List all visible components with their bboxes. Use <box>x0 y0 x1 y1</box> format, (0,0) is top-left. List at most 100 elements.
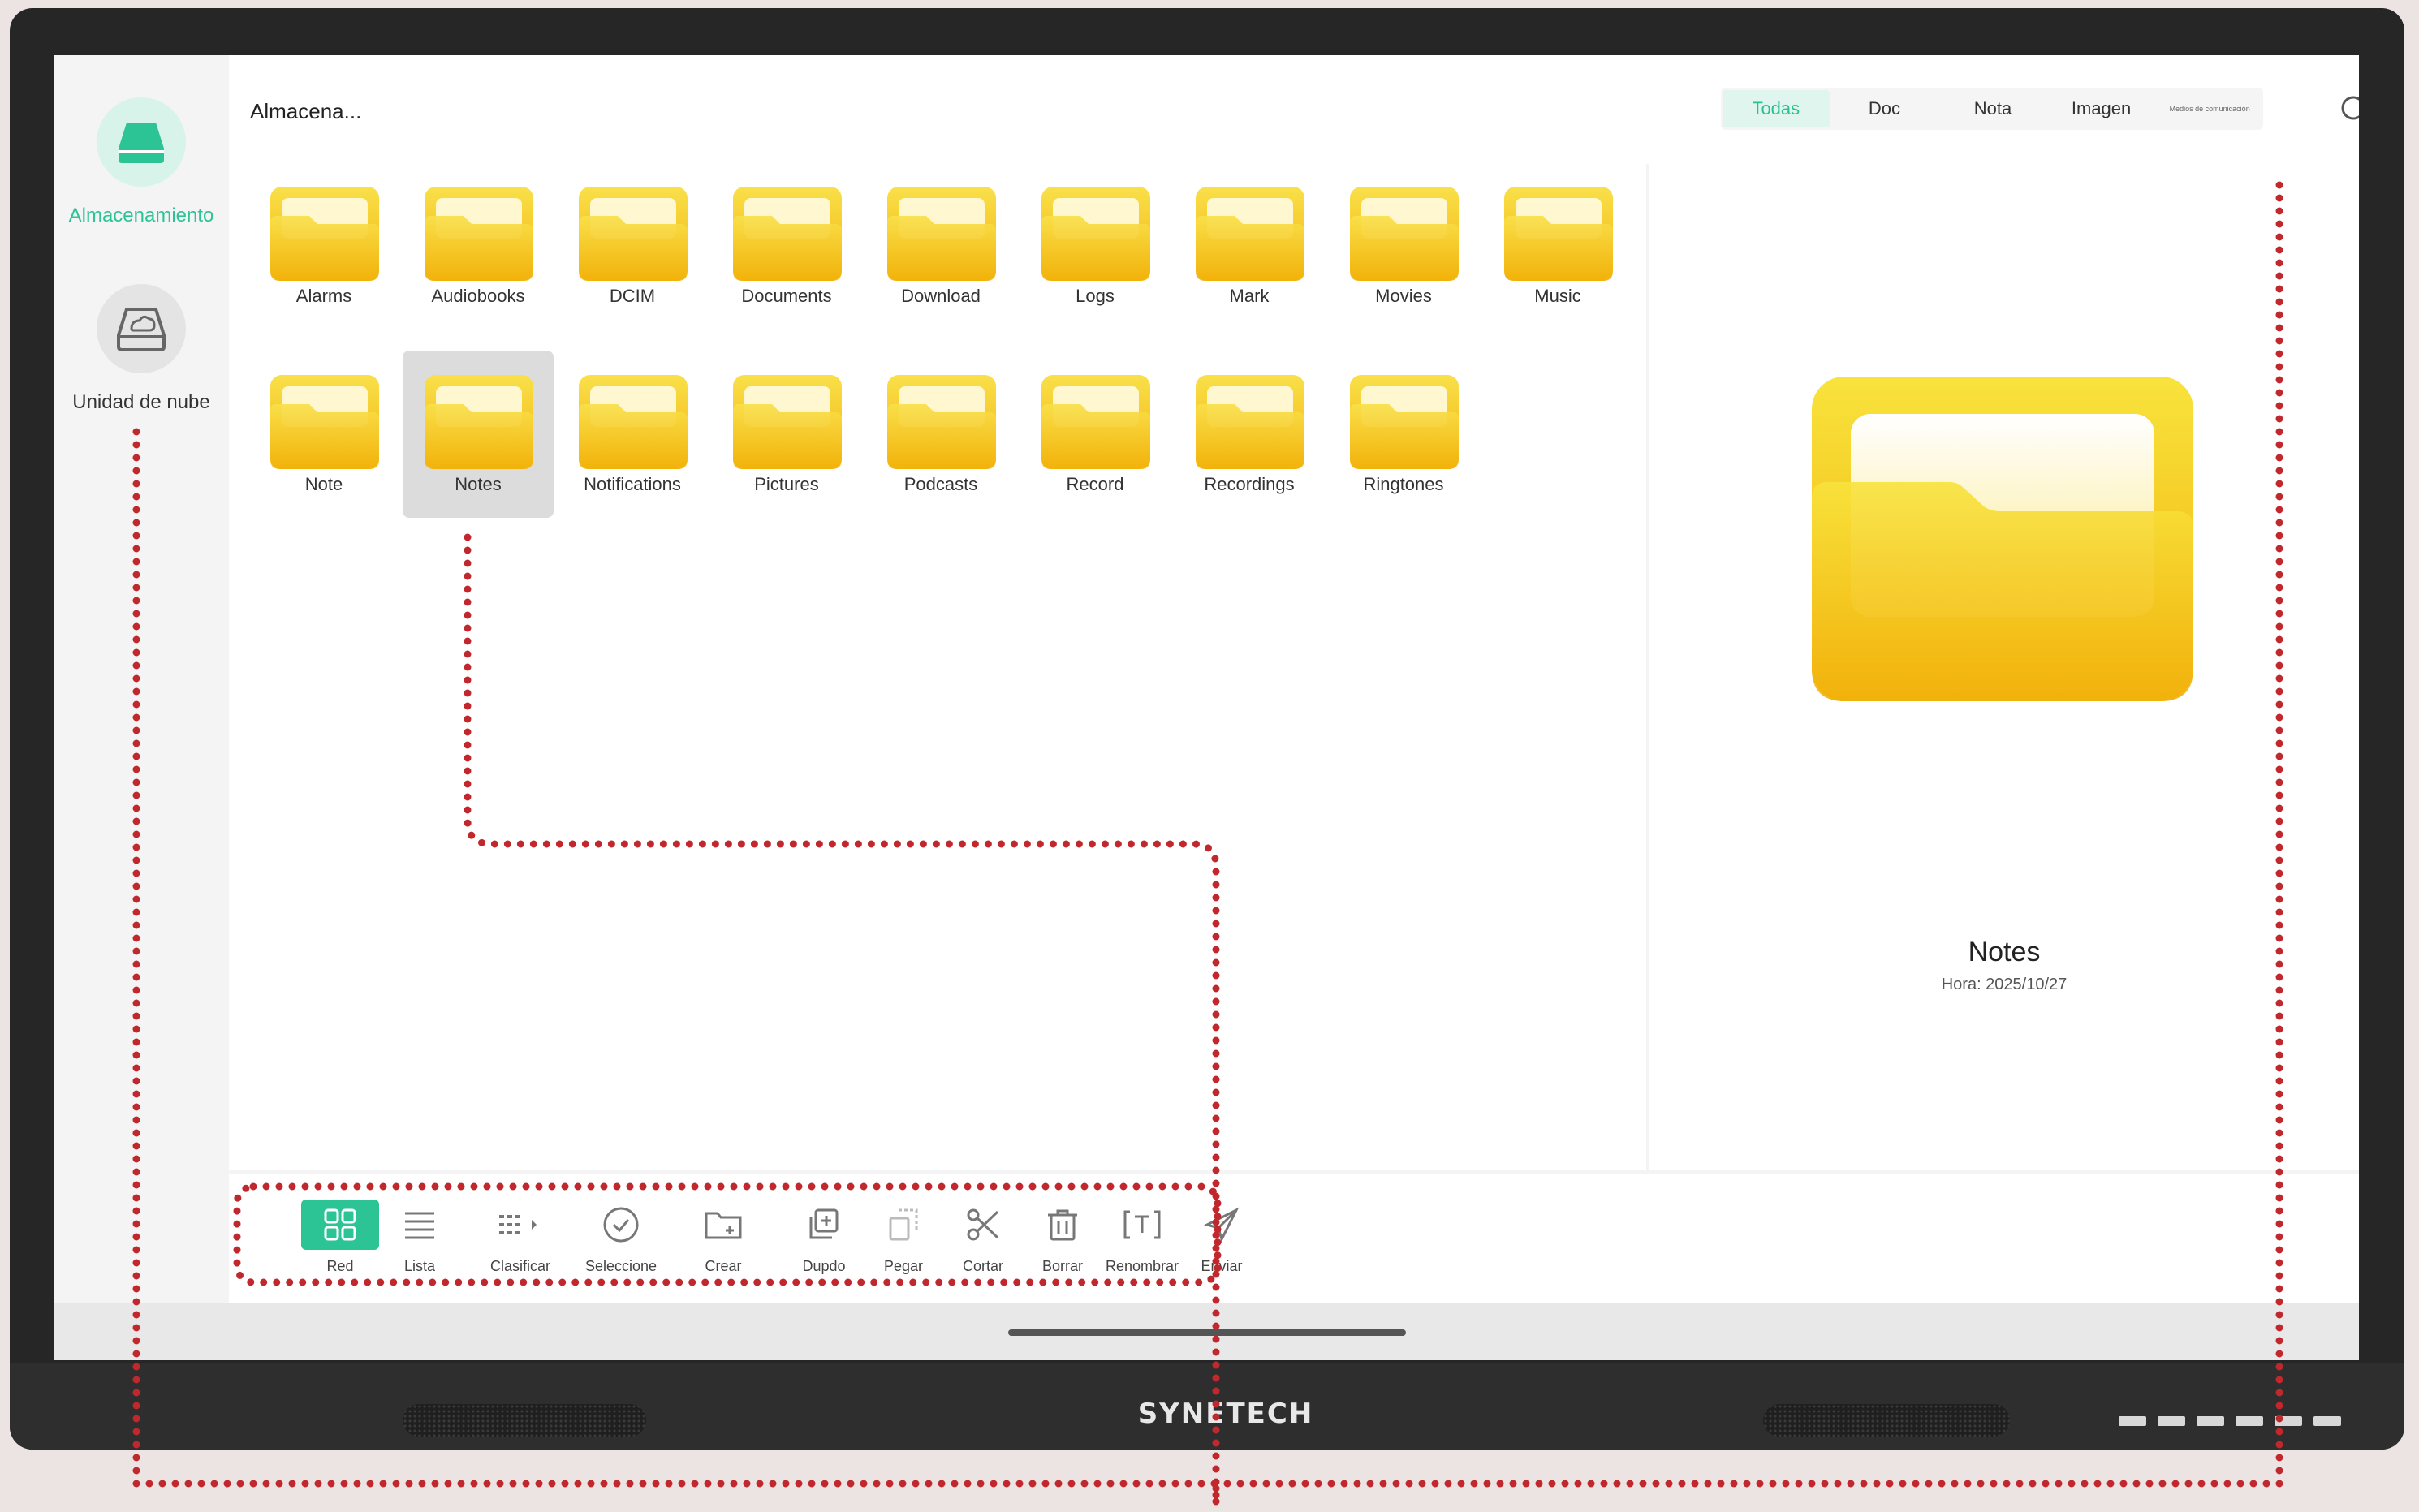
folder-icon <box>425 187 533 281</box>
folder-icon <box>425 375 533 469</box>
screen: Almacenamiento Unidad de nube Almacena..… <box>54 55 2359 1360</box>
folder-name: Mark <box>1229 286 1270 306</box>
folder-item[interactable]: Pictures <box>711 351 862 518</box>
copy-button[interactable]: Dupdo <box>784 1200 864 1275</box>
page-title: Almacena... <box>250 99 362 123</box>
folder-name: Alarms <box>295 286 352 306</box>
toolbar-divider <box>229 1170 2359 1174</box>
home-gesture-handle[interactable] <box>1008 1329 1406 1336</box>
folder-icon <box>733 187 842 281</box>
folder-grid: Alarms Audiobooks DCIM Documents Download Log… <box>229 162 1641 1169</box>
tool-label: Enviar <box>1201 1258 1243 1274</box>
tab-image[interactable]: Imagen <box>2048 90 2155 127</box>
paste-button[interactable]: Pegar <box>864 1200 943 1275</box>
delete-button[interactable]: Borrar <box>1023 1200 1102 1275</box>
folder-name: Logs <box>1076 286 1115 306</box>
folder-item[interactable]: Ringtones <box>1328 351 1479 518</box>
folder-icon <box>887 187 996 281</box>
folder-item[interactable]: Download <box>865 162 1016 330</box>
tool-label: Pegar <box>883 1258 924 1274</box>
preview-name: Notes <box>1968 937 2041 967</box>
folder-icon <box>270 375 379 469</box>
create-folder-button[interactable]: Crear <box>683 1200 763 1275</box>
filter-tabs: Todas Doc Nota Imagen Medios de comunica… <box>1721 88 2263 130</box>
select-check-icon <box>582 1200 660 1250</box>
rename-button[interactable]: Renombrar <box>1102 1200 1182 1275</box>
folder-item[interactable]: Documents <box>711 162 862 330</box>
folder-item[interactable]: Logs <box>1020 162 1171 330</box>
send-button[interactable]: Enviar <box>1182 1200 1261 1275</box>
folder-icon <box>1504 187 1613 281</box>
tool-label: Seleccione <box>584 1258 658 1274</box>
folder-item[interactable]: Alarms <box>248 162 399 330</box>
folder-icon <box>733 375 842 469</box>
folder-name: Download <box>901 286 981 306</box>
folder-icon <box>1350 187 1459 281</box>
folder-name: Music <box>1534 286 1581 306</box>
folder-icon <box>1350 375 1459 469</box>
system-nav-bar <box>54 1303 2359 1360</box>
folder-icon <box>1196 187 1304 281</box>
folder-item[interactable]: Audiobooks <box>403 162 554 330</box>
send-icon <box>1183 1200 1261 1250</box>
search-icon[interactable] <box>2339 94 2359 127</box>
drive-icon <box>97 97 186 187</box>
folder-name: Ringtones <box>1363 474 1444 494</box>
sidebar-item-label: Unidad de nube <box>72 391 210 413</box>
list-icon <box>381 1200 459 1250</box>
folder-item[interactable]: Mark <box>1174 162 1325 330</box>
bottom-toolbar: Red Lista Clasificar Seleccione Crear Du… <box>229 1200 1243 1297</box>
folder-icon <box>1041 375 1150 469</box>
io-ports <box>2119 1416 2341 1426</box>
folder-name: Audiobooks <box>431 286 525 306</box>
folder-name: Pictures <box>754 474 819 494</box>
list-view-button[interactable]: Lista <box>380 1200 459 1275</box>
cloud-drive-icon <box>97 284 186 373</box>
folder-name: Notifications <box>584 474 681 494</box>
sidebar-item-cloud[interactable]: Unidad de nube <box>54 284 229 414</box>
folder-item[interactable]: Movies <box>1328 162 1479 330</box>
folder-item[interactable]: Record <box>1020 351 1171 518</box>
tool-label: Lista <box>403 1258 436 1274</box>
folder-name: Record <box>1066 474 1124 494</box>
folder-item[interactable]: Notifications <box>557 351 708 518</box>
folder-name: Documents <box>741 286 832 306</box>
tab-media[interactable]: Medios de comunicación <box>2156 90 2263 127</box>
folder-icon <box>887 375 996 469</box>
copy-icon <box>785 1200 863 1250</box>
new-folder-icon <box>684 1200 762 1250</box>
folder-item[interactable]: DCIM <box>557 162 708 330</box>
sidebar-item-storage[interactable]: Almacenamiento <box>54 97 229 227</box>
sidebar-item-label: Almacenamiento <box>68 205 214 226</box>
folder-name: Podcasts <box>903 474 978 494</box>
tool-label: Dupdo <box>802 1258 846 1274</box>
sort-button[interactable]: Clasificar <box>481 1200 560 1275</box>
folder-item[interactable]: Recordings <box>1174 351 1325 518</box>
folder-name: Note <box>304 474 343 494</box>
grid-icon <box>301 1200 379 1250</box>
folder-item[interactable]: Podcasts <box>865 351 1016 518</box>
tab-note[interactable]: Nota <box>1939 90 2046 127</box>
tab-doc[interactable]: Doc <box>1831 90 1938 127</box>
tab-all[interactable]: Todas <box>1723 90 1830 127</box>
tool-label: Borrar <box>1041 1258 1083 1274</box>
tool-label: Cortar <box>962 1258 1003 1274</box>
brand-logo: SYNETECH <box>1137 1398 1314 1430</box>
tool-label: Crear <box>705 1258 742 1274</box>
folder-name: Movies <box>1375 286 1432 306</box>
select-button[interactable]: Seleccione <box>581 1200 661 1275</box>
sidebar: Almacenamiento Unidad de nube <box>54 55 229 1303</box>
folder-item[interactable]: Music <box>1482 162 1633 330</box>
folder-name: Recordings <box>1204 474 1295 494</box>
folder-item[interactable]: Note <box>248 351 399 518</box>
trash-icon <box>1024 1200 1102 1250</box>
folder-item[interactable]: Notes <box>403 351 554 518</box>
folder-name: DCIM <box>609 286 656 306</box>
cut-button[interactable]: Cortar <box>943 1200 1023 1275</box>
preview-time: Hora: 2025/10/27 <box>1941 976 2068 993</box>
folder-name: Notes <box>455 474 502 494</box>
grid-view-button[interactable]: Red <box>300 1200 380 1275</box>
folder-icon <box>1196 375 1304 469</box>
speaker-left <box>403 1404 646 1437</box>
folder-icon <box>1041 187 1150 281</box>
